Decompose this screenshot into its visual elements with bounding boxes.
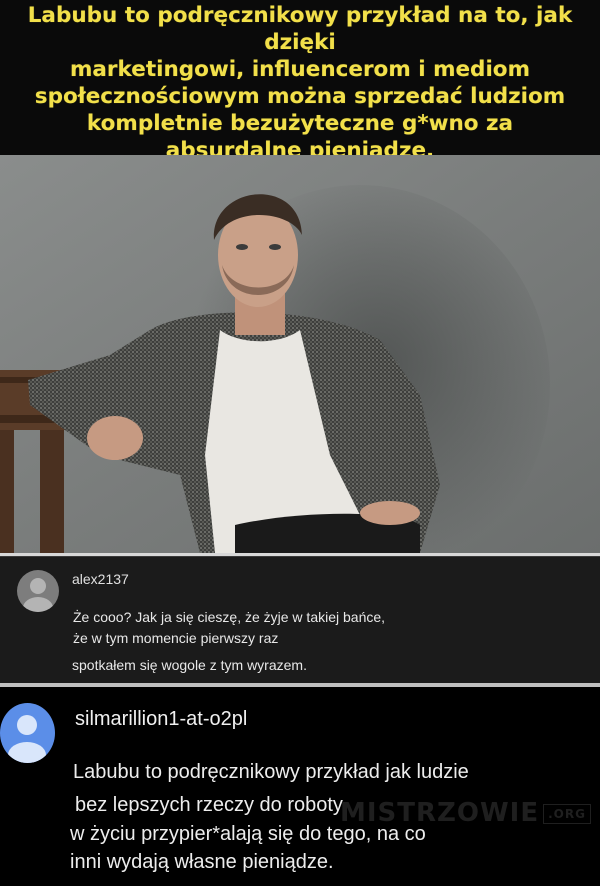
caption-line-1: Labubu to podręcznikowy przykład na to, … xyxy=(27,3,573,55)
comment-text-line-4: inni wydają własne pieniądze. xyxy=(70,851,334,873)
avatar-icon[interactable] xyxy=(17,570,59,612)
comment-text-line-2: że w tym momencie pierwszy raz xyxy=(73,630,279,646)
caption-line-2: marketingowi, influencerom i mediom xyxy=(70,57,530,82)
comment-text-line-1: Że cooo? Jak ja się cieszę, że żyje w ta… xyxy=(73,609,386,625)
comment-username[interactable]: silmarillion1-at-o2pl xyxy=(75,708,247,731)
caption-line-3: społecznościowym można sprzedać ludziom xyxy=(34,84,566,109)
portrait-illustration xyxy=(0,155,600,553)
avatar-icon[interactable] xyxy=(0,703,55,763)
comment-text-line-1: Labubu to podręcznikowy przykład jak lud… xyxy=(73,761,469,783)
comment-username[interactable]: alex2137 xyxy=(72,571,129,587)
comment-text-line-3: spotkałem się wogole z tym wyrazem. xyxy=(72,657,307,673)
watermark-logo: MISTRZOWIE .ORG xyxy=(340,798,591,832)
comment-text-line-2: bez lepszych rzeczy do roboty xyxy=(75,794,343,816)
comment-silmarillion: silmarillion1-at-o2pl Labubu to podręczn… xyxy=(0,687,600,886)
watermark-text: MISTRZOWIE xyxy=(340,798,540,828)
meme-caption: Labubu to podręcznikowy przykład na to, … xyxy=(0,0,600,163)
meme-page: Labubu to podręcznikowy przykład na to, … xyxy=(0,0,600,886)
portrait-photo xyxy=(0,155,600,553)
comment-alex2137: alex2137 Że cooo? Jak ja się cieszę, że … xyxy=(0,556,600,683)
caption-line-4: kompletnie bezużyteczne g*wno za xyxy=(86,111,514,136)
watermark-suffix: .ORG xyxy=(543,803,591,824)
